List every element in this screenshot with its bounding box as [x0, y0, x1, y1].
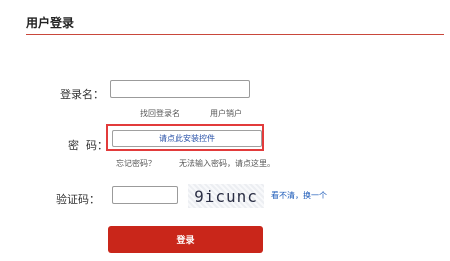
title-divider [26, 34, 444, 35]
find-username-link[interactable]: 找回登录名 [140, 108, 180, 119]
password-label: 密 码： [68, 139, 108, 152]
cannot-input-password-link[interactable]: 无法输入密码，请点这里。 [179, 158, 275, 169]
login-button[interactable]: 登录 [108, 226, 263, 253]
captcha-label: 验证码： [56, 193, 100, 206]
page-title: 用户登录 [26, 16, 75, 30]
cancel-account-link[interactable]: 用户销户 [210, 108, 242, 119]
captcha-image[interactable]: 9icunc [188, 184, 264, 208]
forgot-password-link[interactable]: 忘记密码？ [116, 158, 156, 169]
highlight-box [106, 124, 264, 151]
captcha-refresh-link[interactable]: 看不清，换一个 [271, 190, 327, 201]
username-input[interactable] [110, 80, 250, 98]
username-label: 登录名： [60, 88, 104, 101]
captcha-input[interactable] [112, 186, 178, 204]
